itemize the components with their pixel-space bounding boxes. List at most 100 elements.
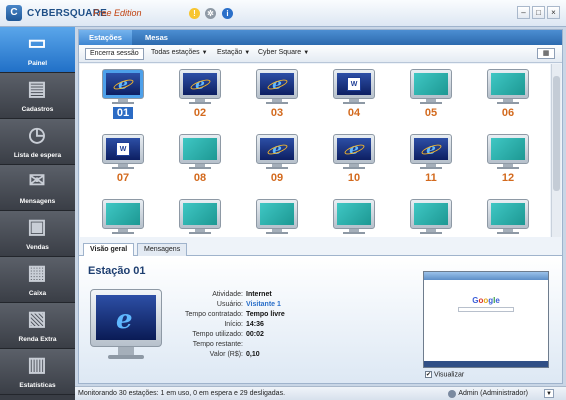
detail-panel: Estação 01 e Atividade: Internet Usuário: V… <box>79 256 562 383</box>
station-number: 11 <box>425 172 437 184</box>
sidebar-item-1[interactable]: ▭ Painel <box>0 27 75 73</box>
info-value: 0,10 <box>246 351 260 358</box>
browser-bar <box>424 272 548 280</box>
info-row: Início: 14:36 <box>169 320 285 330</box>
station-number: 12 <box>501 172 515 184</box>
station-tile[interactable]: W 04 <box>325 66 383 126</box>
info-value: Tempo livre <box>246 311 285 318</box>
checkbox-icon[interactable]: ✔ <box>425 371 432 378</box>
internet-explorer-icon: e <box>115 76 131 92</box>
station-number: 09 <box>270 172 284 184</box>
sidebar-item-4[interactable]: ✉ Mensagens <box>0 165 75 211</box>
info-label: Tempo contratado: <box>185 311 243 318</box>
end-session-button[interactable]: Encerra sessão <box>85 48 144 60</box>
tab-mensagens[interactable]: Mensagens <box>137 243 188 256</box>
taskbar <box>424 361 548 367</box>
visualize-checkbox[interactable]: ✔ Visualizar <box>425 371 464 378</box>
user-menu-button[interactable]: ▼ <box>544 389 554 398</box>
sidebar-item-label: Caixa <box>28 290 47 297</box>
station-tile[interactable]: e 09 <box>248 131 306 191</box>
info-row: Valor (R$): 0,10 <box>169 350 285 360</box>
maximize-button[interactable]: □ <box>532 6 545 19</box>
cybersquare-logo-icon: C <box>6 5 22 21</box>
bar-chart-icon: ▥ <box>27 354 47 376</box>
info-row: Tempo utilizado: 00:02 <box>169 330 285 340</box>
visualize-label: Visualizar <box>433 371 465 379</box>
monitor-icon <box>410 199 452 229</box>
station-tile[interactable]: e 02 <box>171 66 229 126</box>
window-controls: – □ × <box>517 6 560 19</box>
monitor-icon <box>487 199 529 229</box>
monitor-icon <box>179 199 221 229</box>
internet-explorer-icon: e <box>423 141 439 157</box>
station-title: Estação 01 <box>88 265 146 277</box>
monitor-icon: W <box>102 134 144 164</box>
sidebar-item-3[interactable]: ◷ Lista de espera <box>0 119 75 165</box>
filter-all-dropdown[interactable]: Todas estações ▼ <box>151 49 208 56</box>
info-label: Tempo utilizado: <box>192 331 243 338</box>
filter-cyber-dropdown[interactable]: Cyber Square ▼ <box>258 49 309 56</box>
monitor-icon: e <box>256 69 298 99</box>
calculator-icon: ▦ <box>27 262 47 284</box>
station-number: 10 <box>347 172 361 184</box>
sidebar: ▭ Painel ▤ Cadastros ◷ Lista de espera ✉ Mensag… <box>0 27 75 400</box>
sidebar-item-5[interactable]: ▣ Vendas <box>0 211 75 257</box>
station-tile[interactable] <box>325 196 383 237</box>
google-logo: Google <box>472 296 500 305</box>
station-tile[interactable] <box>248 196 306 237</box>
info-row: Atividade: Internet <box>169 290 285 300</box>
sidebar-item-label: Cadastros <box>21 106 54 113</box>
scrollbar-thumb[interactable] <box>553 76 560 191</box>
station-tile[interactable]: e 11 <box>402 131 460 191</box>
monitor-icon <box>333 199 375 229</box>
close-button[interactable]: × <box>547 6 560 19</box>
station-number: 01 <box>113 107 133 119</box>
info-value[interactable]: Visitante 1 <box>246 300 281 310</box>
gear-icon[interactable]: ✲ <box>205 8 216 19</box>
station-tile[interactable] <box>171 196 229 237</box>
monitor-icon <box>256 199 298 229</box>
word-document-icon: W <box>347 77 361 91</box>
station-number: 02 <box>193 107 207 119</box>
monitor-icon <box>487 134 529 164</box>
sidebar-item-8[interactable]: ▥ Estatísticas <box>0 349 75 395</box>
info-label: Atividade: <box>212 291 243 298</box>
station-tile[interactable]: 08 <box>171 131 229 191</box>
station-tile[interactable]: 12 <box>479 131 537 191</box>
station-tile[interactable]: 06 <box>479 66 537 126</box>
remote-screenshot[interactable]: Google <box>423 271 549 368</box>
monitor-icon: e <box>179 69 221 99</box>
info-icon[interactable]: i <box>222 8 233 19</box>
station-tile[interactable]: e 03 <box>248 66 306 126</box>
toolbar: Encerra sessão Todas estações ▼ Estação ▼ … <box>79 45 562 63</box>
internet-explorer-icon: e <box>269 141 285 157</box>
station-tile[interactable] <box>94 196 152 237</box>
info-value: Internet <box>246 291 272 298</box>
lightbulb-icon[interactable]: ! <box>189 8 200 19</box>
info-value: 00:02 <box>246 331 264 338</box>
tab-estacoes[interactable]: Estações <box>79 30 132 45</box>
filter-station-dropdown[interactable]: Estação ▼ <box>217 49 250 56</box>
sidebar-item-7[interactable]: ▧ Renda Extra <box>0 303 75 349</box>
filter-station-label: Estação <box>217 49 243 56</box>
station-tile[interactable] <box>479 196 537 237</box>
internet-explorer-icon: e <box>192 76 208 92</box>
view-options-icon[interactable]: ▦ <box>537 48 555 59</box>
station-tile[interactable]: e 01 <box>94 66 152 126</box>
main-panel: Estações Mesas Encerra sessão Todas esta… <box>78 29 563 384</box>
sidebar-item-6[interactable]: ▦ Caixa <box>0 257 75 303</box>
vertical-scrollbar[interactable] <box>551 64 561 237</box>
station-tile[interactable]: 05 <box>402 66 460 126</box>
caret-down-icon: ▼ <box>303 50 310 56</box>
minimize-button[interactable]: – <box>517 6 530 19</box>
info-row: Tempo contratado: Tempo livre <box>169 310 285 320</box>
station-tile[interactable]: e 10 <box>325 131 383 191</box>
caret-down-icon: ▼ <box>201 50 208 56</box>
sidebar-item-2[interactable]: ▤ Cadastros <box>0 73 75 119</box>
tab-mesas[interactable]: Mesas <box>135 30 178 45</box>
info-row: Tempo restante: <box>169 340 285 350</box>
station-tile[interactable] <box>402 196 460 237</box>
id-card-icon: ▤ <box>27 78 47 100</box>
station-tile[interactable]: W 07 <box>94 131 152 191</box>
tab-visao-geral[interactable]: Visão geral <box>83 243 135 257</box>
